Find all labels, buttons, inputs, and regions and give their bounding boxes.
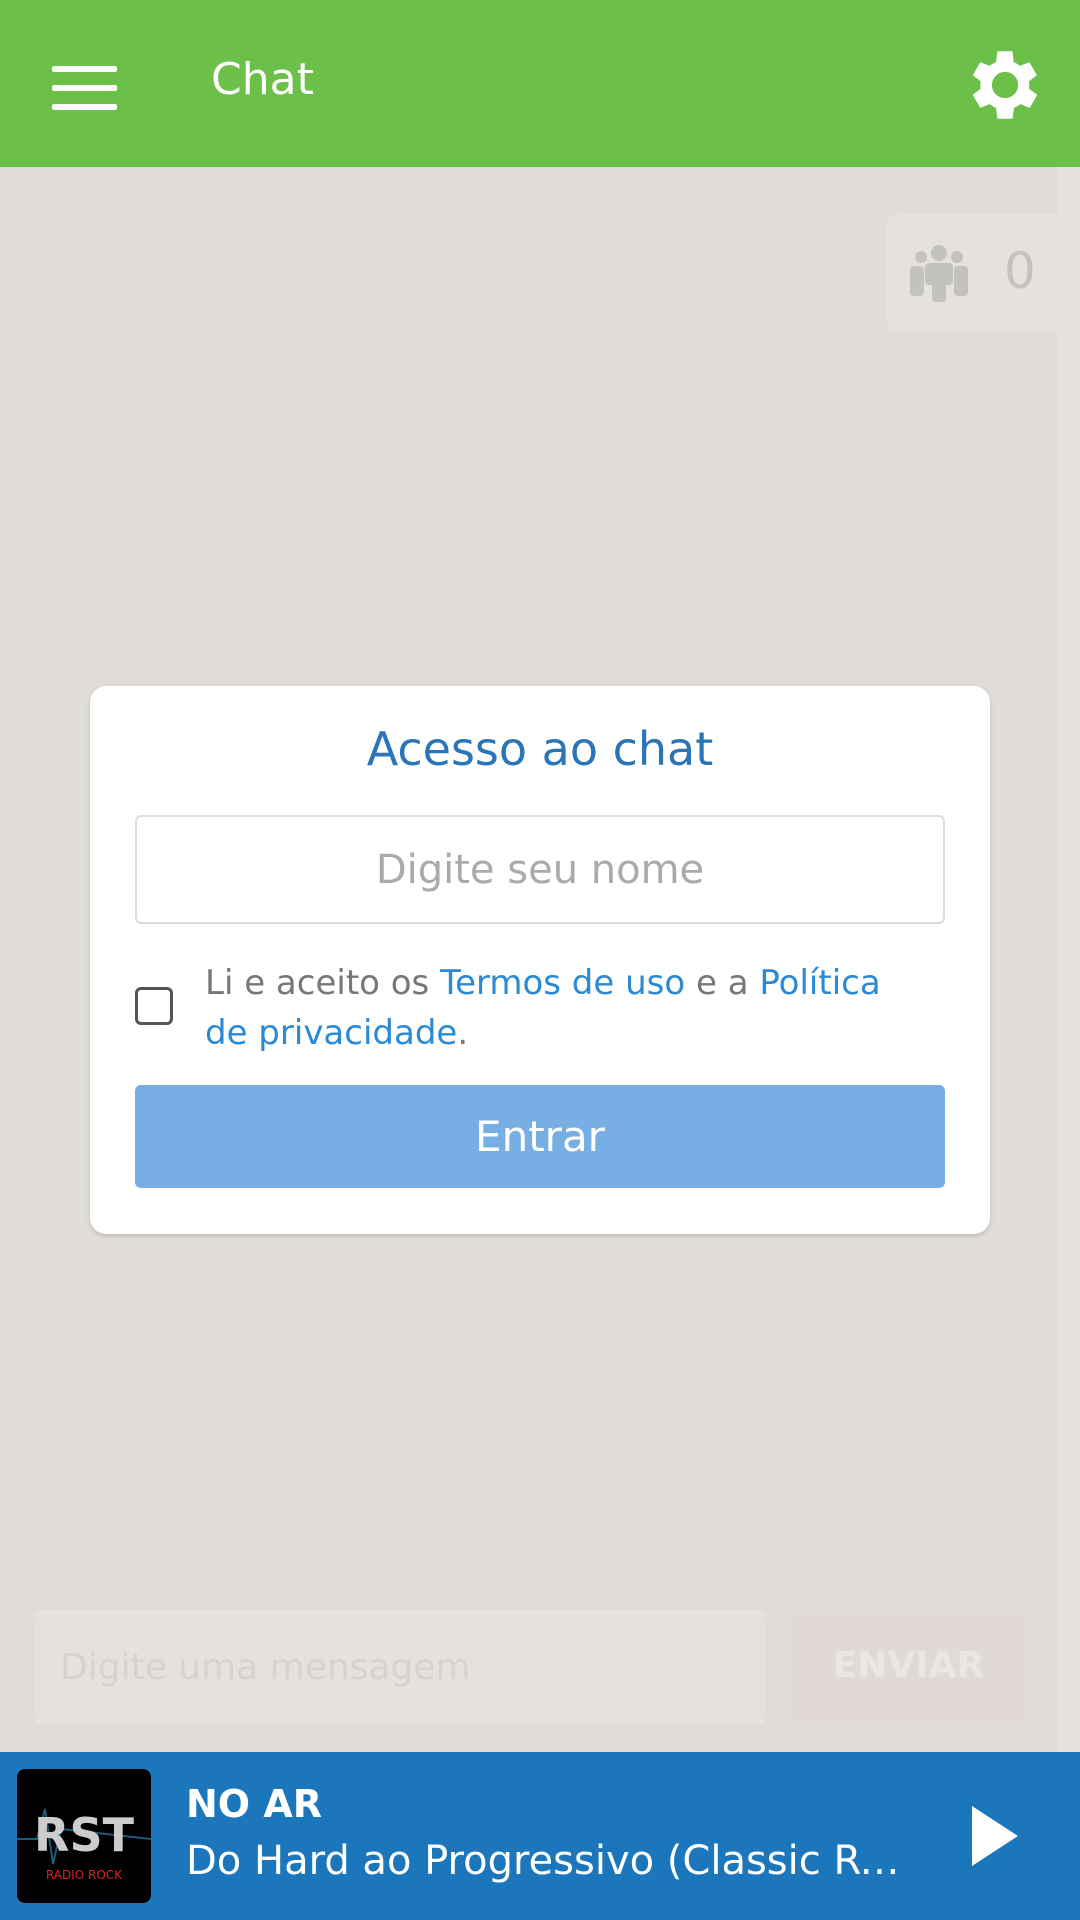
terms-suffix: . <box>457 1013 469 1053</box>
on-air-label: NO AR <box>186 1782 323 1826</box>
send-button[interactable]: ENVIAR <box>790 1610 1027 1720</box>
message-input[interactable] <box>35 1610 765 1725</box>
station-logo: RST RADIO ROCK <box>17 1769 151 1903</box>
svg-text:RST: RST <box>34 1808 135 1862</box>
terms-text: Li e aceito os Termos de uso e a Polític… <box>205 958 925 1058</box>
chat-login-dialog: Acesso ao chat Li e aceito os Termos de … <box>90 686 990 1234</box>
online-users-count: 0 <box>1004 242 1036 300</box>
enter-button[interactable]: Entrar <box>135 1085 945 1188</box>
gear-icon[interactable] <box>960 40 1050 130</box>
online-users-badge[interactable]: 0 <box>886 214 1058 332</box>
app-bar: Chat <box>0 0 1080 167</box>
radio-player-bar: RST RADIO ROCK NO AR Do Hard ao Progressi… <box>0 1752 1080 1920</box>
users-group-icon <box>910 245 968 302</box>
scrollbar-track <box>1058 167 1080 1752</box>
svg-text:RADIO ROCK: RADIO ROCK <box>46 1868 123 1882</box>
hamburger-icon[interactable] <box>52 66 117 110</box>
dialog-title: Acesso ao chat <box>366 722 714 776</box>
play-icon[interactable] <box>972 1806 1018 1866</box>
name-input[interactable] <box>135 815 945 924</box>
track-title: Do Hard ao Progressivo (Classic Rock) <box>186 1838 916 1884</box>
accept-terms-checkbox[interactable] <box>135 987 173 1025</box>
terms-of-use-link[interactable]: Termos de uso <box>440 963 685 1003</box>
terms-prefix: Li e aceito os <box>205 963 441 1003</box>
page-title: Chat <box>211 54 314 105</box>
terms-middle: e a <box>685 963 760 1003</box>
